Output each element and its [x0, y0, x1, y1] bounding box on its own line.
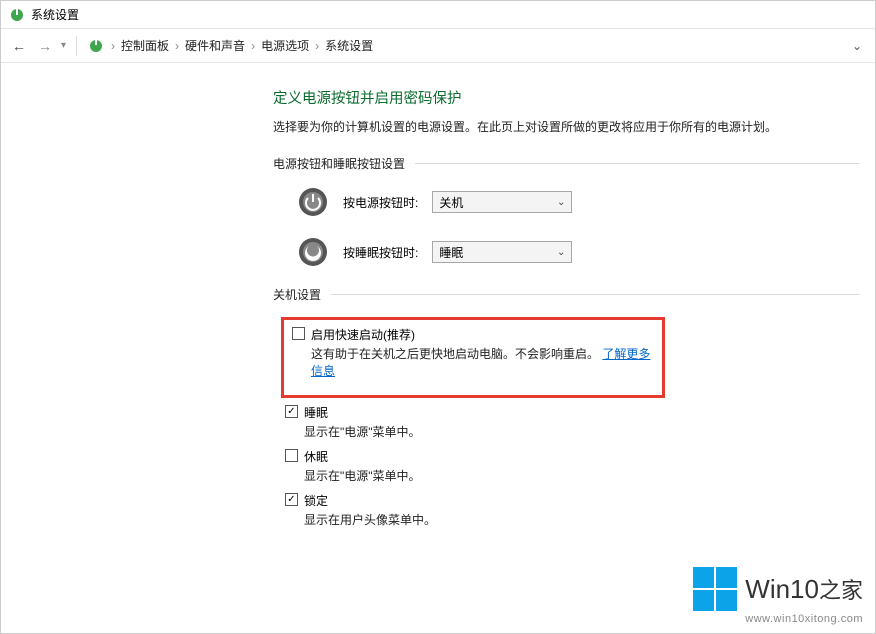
watermark-suffix: 之家: [819, 578, 863, 603]
sleep-label: 睡眠: [304, 404, 328, 421]
breadcrumb-power-options[interactable]: 电源选项: [261, 37, 309, 54]
sleep-button-select[interactable]: 睡眠 ⌄: [432, 241, 572, 263]
chevron-right-icon: ›: [315, 39, 319, 53]
nav-bar: ← → ▾ › 控制面板 › 硬件和声音 › 电源选项 › 系统设置 ⌄: [1, 29, 875, 63]
lock-desc: 显示在用户头像菜单中。: [304, 511, 875, 528]
page-title: 定义电源按钮并启用密码保护: [273, 87, 875, 108]
breadcrumb: › 控制面板 › 硬件和声音 › 电源选项 › 系统设置 ⌄: [87, 36, 867, 56]
chevron-down-icon: ⌄: [557, 197, 565, 208]
fast-startup-row: 启用快速启动(推荐): [292, 326, 654, 343]
title-bar: 系统设置: [1, 1, 875, 29]
shutdown-section-header: 关机设置: [273, 286, 875, 303]
sleep-button-row: 按睡眠按钮时: 睡眠 ⌄: [297, 236, 875, 268]
windows-logo-icon: [693, 567, 737, 611]
lock-checkbox[interactable]: [285, 493, 298, 506]
sleep-icon: [297, 236, 329, 268]
chevron-right-icon: ›: [251, 39, 255, 53]
sleep-button-label: 按睡眠按钮时:: [343, 244, 418, 261]
fast-startup-highlight: 启用快速启动(推荐) 这有助于在关机之后更快地启动电脑。不会影响重启。 了解更多…: [281, 317, 665, 398]
nav-separator: [76, 36, 77, 56]
power-button-label: 按电源按钮时:: [343, 194, 418, 211]
power-button-select[interactable]: 关机 ⌄: [432, 191, 572, 213]
chevron-right-icon: ›: [175, 39, 179, 53]
power-button-row: 按电源按钮时: 关机 ⌄: [297, 186, 875, 218]
hibernate-row: 休眠: [285, 448, 875, 465]
power-button-value: 关机: [439, 194, 463, 211]
sleep-desc: 显示在"电源"菜单中。: [304, 423, 875, 440]
chevron-down-icon: ⌄: [557, 247, 565, 258]
main-content: 定义电源按钮并启用密码保护 选择要为你的计算机设置的电源设置。在此页上对设置所做…: [1, 63, 875, 528]
lock-row: 锁定: [285, 492, 875, 509]
window-title: 系统设置: [31, 6, 79, 23]
nav-forward-button[interactable]: →: [35, 36, 55, 56]
fast-startup-label: 启用快速启动(推荐): [311, 326, 415, 343]
sleep-button-value: 睡眠: [439, 244, 463, 261]
nav-back-button[interactable]: ←: [9, 36, 29, 56]
sleep-checkbox[interactable]: [285, 405, 298, 418]
power-icon: [297, 186, 329, 218]
breadcrumb-dropdown[interactable]: ⌄: [847, 36, 867, 56]
page-subtitle: 选择要为你的计算机设置的电源设置。在此页上对设置所做的更改将应用于你所有的电源计…: [273, 118, 875, 135]
lock-label: 锁定: [304, 492, 328, 509]
watermark-brand: Win10: [745, 574, 819, 604]
breadcrumb-root-icon[interactable]: [87, 37, 105, 55]
watermark-url: www.win10xitong.com: [693, 613, 863, 625]
hibernate-label: 休眠: [304, 448, 328, 465]
breadcrumb-hardware-sound[interactable]: 硬件和声音: [185, 37, 245, 54]
nav-history-dropdown[interactable]: ▾: [61, 40, 66, 51]
fast-startup-checkbox[interactable]: [292, 327, 305, 340]
sleep-row: 睡眠: [285, 404, 875, 421]
hibernate-checkbox[interactable]: [285, 449, 298, 462]
hibernate-desc: 显示在"电源"菜单中。: [304, 467, 875, 484]
fast-startup-desc: 这有助于在关机之后更快地启动电脑。不会影响重启。 了解更多信息: [311, 345, 654, 379]
watermark: Win10之家 www.win10xitong.com: [693, 567, 863, 625]
breadcrumb-control-panel[interactable]: 控制面板: [121, 37, 169, 54]
app-icon: [9, 7, 25, 23]
shutdown-settings: 启用快速启动(推荐) 这有助于在关机之后更快地启动电脑。不会影响重启。 了解更多…: [285, 317, 875, 528]
breadcrumb-system-settings[interactable]: 系统设置: [325, 37, 373, 54]
buttons-section-header: 电源按钮和睡眠按钮设置: [273, 155, 875, 172]
chevron-right-icon: ›: [111, 39, 115, 53]
